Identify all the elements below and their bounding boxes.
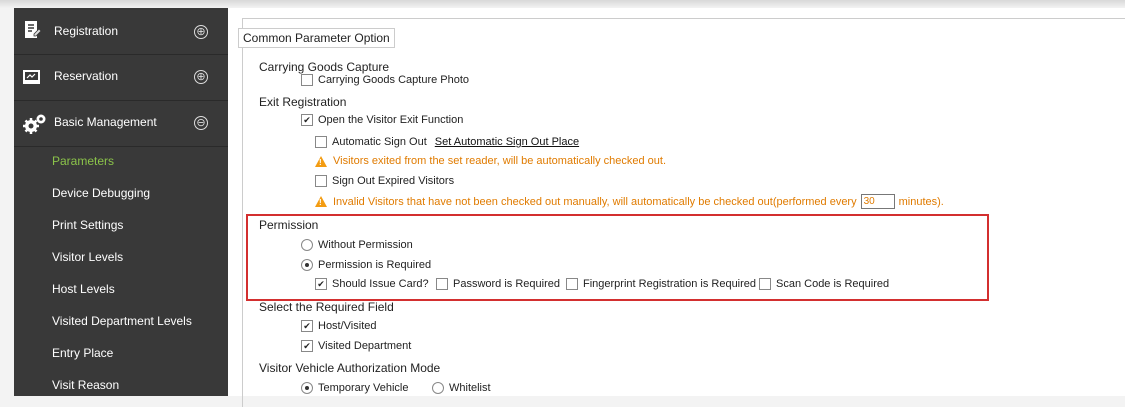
sidebar-item-label: Host Levels	[52, 282, 115, 296]
option-label: Password is Required	[453, 278, 560, 290]
warning-text: minutes).	[898, 195, 944, 208]
option-label: Fingerprint Registration is Required	[583, 278, 757, 290]
set-auto-signout-place-link[interactable]: Set Automatic Sign Out Place	[435, 136, 579, 148]
option-label: Sign Out Expired Visitors	[332, 175, 455, 187]
fingerprint-required-option[interactable]: Fingerprint Registration is Required	[566, 278, 756, 290]
host-visited-checkbox[interactable]: ✔	[301, 320, 313, 332]
sidebar-header-basic-management[interactable]: Basic Management ⊖	[14, 100, 228, 147]
sidebar-item-device-debugging[interactable]: Device Debugging	[14, 178, 228, 210]
option-label: Permission is Required	[318, 259, 432, 271]
without-permission-radio[interactable]	[301, 239, 313, 251]
option-label: Whitelist	[449, 382, 491, 394]
expand-icon[interactable]: ⊕	[194, 25, 208, 39]
sidebar-header-label: Registration	[54, 24, 119, 38]
sidebar-header-label: Basic Management	[54, 115, 157, 129]
temporary-vehicle-option[interactable]: Temporary Vehicle	[301, 382, 409, 394]
sidebar-item-label: Visited Department Levels	[52, 314, 192, 328]
warning-message: ! Visitors exited from the set reader, w…	[315, 155, 666, 167]
sidebar-item-visitor-levels[interactable]: Visitor Levels	[14, 242, 228, 274]
option-label: Automatic Sign Out	[332, 136, 427, 148]
minutes-input[interactable]: 30	[860, 194, 895, 209]
section-title-required-field: Select the Required Field	[259, 300, 394, 314]
carrying-goods-photo-option[interactable]: Carrying Goods Capture Photo	[301, 74, 469, 86]
temporary-vehicle-radio[interactable]	[301, 382, 313, 394]
section-title-vehicle: Visitor Vehicle Authorization Mode	[259, 361, 441, 375]
section-title-permission: Permission	[259, 218, 319, 232]
sidebar-item-parameters[interactable]: Parameters	[14, 146, 228, 178]
issue-card-option[interactable]: ✔ Should Issue Card?	[315, 278, 429, 290]
option-label: Temporary Vehicle	[318, 382, 409, 394]
warning-icon: !	[315, 196, 327, 207]
sidebar-item-label: Visitor Levels	[52, 250, 124, 264]
sidebar-header-label: Reservation	[54, 69, 119, 83]
section-title-carrying: Carrying Goods Capture	[259, 60, 390, 74]
without-permission-option[interactable]: Without Permission	[301, 239, 413, 251]
option-label: Visited Department	[318, 340, 412, 352]
sidebar-item-visit-reason[interactable]: Visit Reason	[14, 370, 228, 402]
expired-checkbox[interactable]	[315, 175, 327, 187]
sidebar-item-label: Parameters	[52, 154, 115, 168]
option-label: Host/Visited	[318, 320, 377, 332]
main-content: Common Parameter Option Carrying Goods C…	[228, 8, 1125, 407]
fieldset-legend: Common Parameter Option	[238, 28, 395, 48]
sidebar: Registration ⊕ Reservation ⊕ Basic Manag…	[14, 8, 228, 396]
reservation-icon	[22, 67, 42, 87]
warning-icon: !	[315, 155, 327, 167]
registration-icon	[22, 20, 42, 40]
option-label: Scan Code is Required	[776, 278, 890, 290]
password-checkbox[interactable]	[436, 278, 448, 290]
password-required-option[interactable]: Password is Required	[436, 278, 560, 290]
warning-message: ! Invalid Visitors that have not been ch…	[315, 194, 944, 209]
option-label: Without Permission	[318, 239, 413, 251]
sidebar-header-reservation[interactable]: Reservation ⊕	[14, 54, 228, 101]
sidebar-item-label: Entry Place	[52, 346, 114, 360]
warning-text: Visitors exited from the set reader, wil…	[333, 155, 667, 167]
option-label: Carrying Goods Capture Photo	[318, 74, 470, 86]
sidebar-item-entry-place[interactable]: Entry Place	[14, 338, 228, 370]
host-visited-option[interactable]: ✔ Host/Visited	[301, 320, 377, 332]
warning-text: Invalid Visitors that have not been chec…	[333, 195, 857, 208]
open-exit-checkbox[interactable]: ✔	[301, 114, 313, 126]
scan-code-required-option[interactable]: Scan Code is Required	[759, 278, 889, 290]
top-shadow	[0, 0, 1125, 8]
collapse-icon[interactable]: ⊖	[194, 116, 208, 130]
carrying-photo-checkbox[interactable]	[301, 74, 313, 86]
option-label: Open the Visitor Exit Function	[318, 114, 464, 126]
sidebar-header-registration[interactable]: Registration ⊕	[14, 8, 228, 55]
auto-signout-checkbox[interactable]	[315, 136, 327, 148]
scan-code-checkbox[interactable]	[759, 278, 771, 290]
sidebar-item-host-levels[interactable]: Host Levels	[14, 274, 228, 306]
sidebar-item-label: Visit Reason	[52, 378, 120, 392]
sidebar-item-label: Print Settings	[52, 218, 124, 232]
issue-card-checkbox[interactable]: ✔	[315, 278, 327, 290]
permission-required-radio[interactable]	[301, 259, 313, 271]
whitelist-radio[interactable]	[432, 382, 444, 394]
option-label: Should Issue Card?	[332, 278, 429, 290]
sidebar-item-visited-department-levels[interactable]: Visited Department Levels	[14, 306, 228, 338]
whitelist-option[interactable]: Whitelist	[432, 382, 491, 394]
sidebar-item-print-settings[interactable]: Print Settings	[14, 210, 228, 242]
sidebar-item-label: Device Debugging	[52, 186, 151, 200]
expand-icon[interactable]: ⊕	[194, 70, 208, 84]
permission-required-option[interactable]: Permission is Required	[301, 259, 431, 271]
visited-department-option[interactable]: ✔ Visited Department	[301, 340, 411, 352]
automatic-sign-out-option[interactable]: Automatic Sign Out Set Automatic Sign Ou…	[315, 136, 579, 148]
section-title-exit: Exit Registration	[259, 95, 347, 109]
fingerprint-checkbox[interactable]	[566, 278, 578, 290]
visited-department-checkbox[interactable]: ✔	[301, 340, 313, 352]
gears-icon	[22, 113, 48, 134]
open-exit-function-option[interactable]: ✔ Open the Visitor Exit Function	[301, 114, 463, 126]
sign-out-expired-option[interactable]: Sign Out Expired Visitors	[315, 175, 454, 187]
